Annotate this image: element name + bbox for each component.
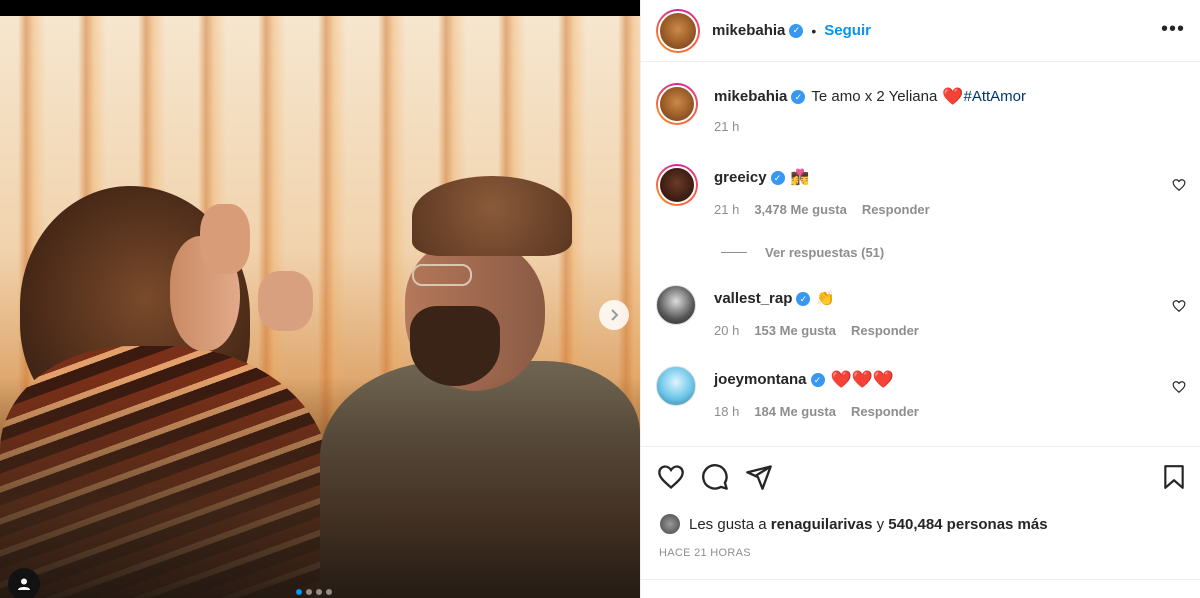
commenter-username[interactable]: joeymontana bbox=[714, 370, 807, 390]
reply-button[interactable]: Responder bbox=[851, 323, 919, 338]
liker-avatar bbox=[659, 513, 681, 535]
post-photo[interactable] bbox=[0, 0, 640, 598]
comment-row: vallest_rap ✓ 👏 20 h 153 Me gusta Respon… bbox=[656, 285, 1186, 338]
follow-button[interactable]: Seguir bbox=[824, 22, 871, 39]
reply-button[interactable]: Responder bbox=[862, 202, 930, 217]
comment-time: 18 h bbox=[714, 404, 740, 419]
caption-text: Te amo x 2 Yeliana bbox=[811, 88, 938, 105]
caption-row: mikebahia ✓ Te amo x 2 Yeliana ❤️ #AttAm… bbox=[656, 83, 1186, 134]
verified-icon: ✓ bbox=[810, 373, 825, 387]
comments-list: mikebahia ✓ Te amo x 2 Yeliana ❤️ #AttAm… bbox=[641, 63, 1200, 446]
comment-icon[interactable] bbox=[701, 463, 729, 491]
comment-row: greeicy ✓ 👩‍❤️‍💋‍👨 21 h 3,478 Me gusta R… bbox=[656, 164, 1186, 217]
carousel-dot bbox=[316, 589, 322, 595]
post-timestamp[interactable]: HACE 21 HORAS bbox=[659, 547, 751, 559]
tagged-users-button[interactable] bbox=[8, 568, 40, 598]
comment-likes[interactable]: 3,478 Me gusta bbox=[754, 202, 847, 217]
comment-text: 👩‍❤️‍💋‍👨 bbox=[790, 169, 810, 186]
author-username[interactable]: mikebahia bbox=[712, 22, 785, 39]
commenter-avatar[interactable] bbox=[656, 366, 696, 406]
carousel-dot bbox=[296, 589, 302, 595]
likes-summary: Les gusta a renaguilarivas y 540,484 per… bbox=[659, 513, 1048, 535]
reply-button[interactable]: Responder bbox=[851, 404, 919, 419]
comment-row: joeymontana ✓ ❤️❤️❤️ 18 h 184 Me gusta R… bbox=[656, 366, 1186, 419]
comment-likes[interactable]: 153 Me gusta bbox=[754, 323, 836, 338]
view-replies-button[interactable]: Ver respuestas (51) bbox=[721, 245, 884, 260]
carousel-indicator bbox=[296, 589, 332, 595]
comment-time: 21 h bbox=[714, 202, 740, 217]
like-comment-icon[interactable] bbox=[1172, 178, 1186, 192]
carousel-next-button[interactable] bbox=[599, 300, 629, 330]
share-icon[interactable] bbox=[745, 463, 773, 491]
commenter-username[interactable]: vallest_rap bbox=[714, 289, 792, 309]
heart-emoji: ❤️ bbox=[942, 87, 964, 106]
author-avatar[interactable] bbox=[656, 8, 700, 53]
hashtag-link[interactable]: #AttAmor bbox=[963, 87, 1026, 107]
commenter-avatar[interactable] bbox=[656, 164, 698, 206]
like-icon[interactable] bbox=[657, 463, 685, 491]
verified-icon: ✓ bbox=[796, 292, 811, 306]
divider bbox=[641, 579, 1200, 580]
view-replies-label: Ver respuestas (51) bbox=[765, 245, 885, 260]
verified-icon: ✓ bbox=[789, 23, 804, 38]
carousel-dot bbox=[306, 589, 312, 595]
post-actions: Les gusta a renaguilarivas y 540,484 per… bbox=[641, 446, 1200, 598]
comment-time: 20 h bbox=[714, 323, 740, 338]
likes-prefix: Les gusta a bbox=[689, 515, 767, 533]
comment-text: 👏 bbox=[816, 290, 836, 307]
user-icon bbox=[18, 578, 30, 590]
instagram-post-view: mikebahia ✓ • Seguir ••• mikebahia ✓ Te … bbox=[0, 0, 1200, 598]
likes-conj: y bbox=[876, 515, 885, 533]
comment-likes[interactable]: 184 Me gusta bbox=[754, 404, 836, 419]
likes-count[interactable]: 540,484 personas más bbox=[888, 516, 1047, 533]
like-comment-icon[interactable] bbox=[1172, 299, 1186, 313]
commenter-username[interactable]: greeicy bbox=[714, 168, 767, 188]
liker-username[interactable]: renaguilarivas bbox=[771, 516, 873, 533]
verified-icon: ✓ bbox=[791, 90, 806, 104]
commenter-avatar[interactable] bbox=[656, 285, 696, 325]
separator-dot: • bbox=[811, 22, 817, 39]
carousel-dot bbox=[326, 589, 332, 595]
like-comment-icon[interactable] bbox=[1172, 380, 1186, 394]
photo-image bbox=[0, 16, 640, 598]
bookmark-icon[interactable] bbox=[1161, 463, 1187, 491]
comment-text: ❤️❤️❤️ bbox=[830, 370, 895, 389]
caption-username[interactable]: mikebahia bbox=[714, 87, 787, 107]
caption-time: 21 h bbox=[714, 119, 740, 134]
chevron-right-icon bbox=[611, 309, 619, 321]
verified-icon: ✓ bbox=[770, 171, 785, 185]
caption-avatar[interactable] bbox=[656, 83, 698, 125]
post-header: mikebahia ✓ • Seguir ••• bbox=[641, 0, 1200, 62]
photo-top-bar bbox=[0, 0, 640, 16]
post-sidebar: mikebahia ✓ • Seguir ••• mikebahia ✓ Te … bbox=[640, 0, 1200, 598]
more-options-icon[interactable]: ••• bbox=[1161, 18, 1185, 41]
